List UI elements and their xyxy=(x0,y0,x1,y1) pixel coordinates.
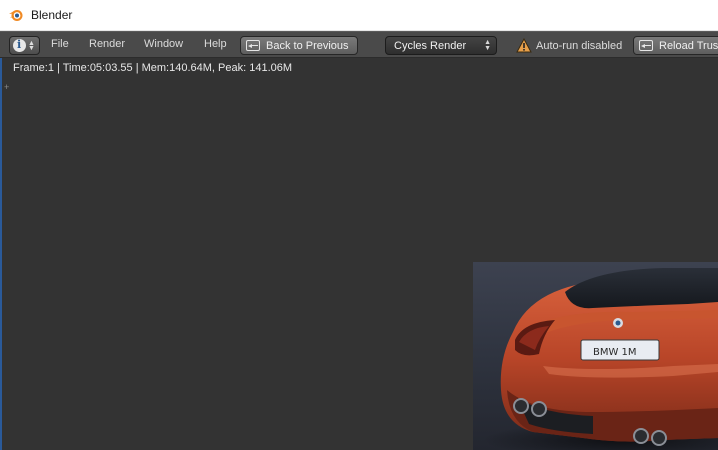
menu-file[interactable]: File xyxy=(51,38,69,50)
blender-logo-icon xyxy=(8,7,24,23)
window-title: Blender xyxy=(31,8,73,22)
render-engine-select[interactable]: Cycles Render ▲ ▼ xyxy=(385,36,497,55)
back-arrow-icon xyxy=(246,40,260,51)
info-header: ▲▼ File Render Window Help Back to Previ… xyxy=(0,31,718,58)
reload-trusted-label: Reload Trust xyxy=(659,39,718,52)
reload-trusted-button[interactable]: Reload Trust xyxy=(633,36,718,55)
auto-run-warning-text: Auto-run disabled xyxy=(536,39,623,52)
auto-run-warning: Auto-run disabled xyxy=(516,37,623,53)
reload-icon xyxy=(639,40,653,51)
back-to-previous-button[interactable]: Back to Previous xyxy=(240,36,358,55)
svg-text:BMW 1M: BMW 1M xyxy=(593,347,637,358)
back-to-previous-label: Back to Previous xyxy=(266,39,349,52)
warning-triangle-icon xyxy=(516,37,532,53)
editor-type-button[interactable]: ▲▼ xyxy=(9,36,40,55)
render-result-image: BMW 1M xyxy=(473,262,718,450)
menu-window[interactable]: Window xyxy=(144,38,183,50)
render-engine-value: Cycles Render xyxy=(394,39,467,52)
car-render-icon: BMW 1M xyxy=(483,268,718,450)
menu-help[interactable]: Help xyxy=(204,38,227,50)
window-titlebar: Blender xyxy=(0,0,718,31)
menu-render[interactable]: Render xyxy=(89,38,125,50)
info-icon xyxy=(13,38,26,52)
plus-icon[interactable]: + xyxy=(4,83,12,92)
render-view[interactable]: Frame:1 | Time:05:03.55 | Mem:140.64M, P… xyxy=(0,58,718,450)
render-stats: Frame:1 | Time:05:03.55 | Mem:140.64M, P… xyxy=(13,62,293,74)
updown-arrows-icon: ▲ ▼ xyxy=(484,39,491,52)
updown-arrows-icon: ▲ ▼ xyxy=(28,39,35,52)
